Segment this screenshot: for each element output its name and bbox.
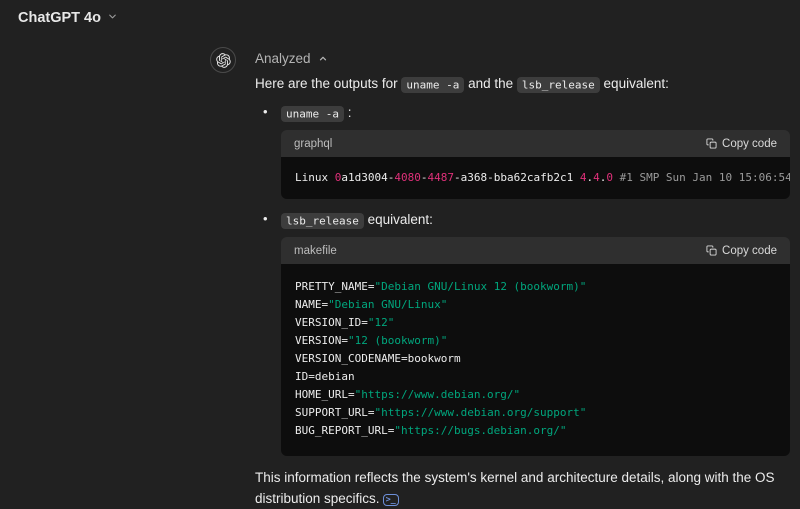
assistant-avatar	[210, 47, 236, 73]
code-line: NAME="Debian GNU/Linux"	[295, 296, 776, 314]
code-token: 4487	[427, 171, 454, 184]
code-block-os-release: makefile Copy code PRETTY_NAME="Debian G…	[281, 237, 790, 456]
copy-code-label: Copy code	[722, 138, 777, 150]
inline-code-lsb-release: lsb_release	[517, 77, 600, 93]
code-line: HOME_URL="https://www.debian.org/"	[295, 386, 776, 404]
openai-logo-icon	[216, 53, 231, 68]
code-token: VERSION_ID=	[295, 316, 368, 329]
terminal-citation-icon[interactable]: >_	[383, 494, 399, 506]
code-token: "https://bugs.debian.org/"	[394, 424, 566, 437]
copy-code-button[interactable]: Copy code	[706, 245, 777, 257]
analyzed-toggle[interactable]: Analyzed	[255, 51, 328, 66]
chevron-up-icon	[318, 54, 328, 64]
copy-code-button[interactable]: Copy code	[706, 138, 777, 150]
bullet-icon: •	[263, 208, 268, 229]
code-token: "https://www.debian.org/support"	[374, 406, 586, 419]
code-line: BUG_REPORT_URL="https://bugs.debian.org/…	[295, 422, 776, 440]
copy-icon	[706, 138, 717, 149]
code-token: SUPPORT_URL=	[295, 406, 374, 419]
inline-code-uname: uname -a	[281, 106, 344, 122]
code-block-header: makefile Copy code	[281, 237, 790, 264]
code-block-header: graphql Copy code	[281, 130, 790, 157]
intro-mid: and the	[468, 76, 513, 91]
assistant-message: Analyzed Here are the outputs for uname …	[255, 47, 795, 509]
code-token: PRETTY_NAME=	[295, 280, 374, 293]
inline-code-lsb-release: lsb_release	[281, 213, 364, 229]
outro-line1: This information reflects the system's k…	[255, 467, 795, 488]
list-item: • uname -a :	[255, 102, 795, 124]
code-line: Linux 0a1d3004-4080-4487-a368-bba62cafb2…	[295, 170, 776, 186]
language-label: graphql	[294, 138, 332, 150]
code-token: "12 (bookworm)"	[348, 334, 447, 347]
code-token: -a368-bba62cafb2c1	[454, 171, 580, 184]
code-token: NAME=	[295, 298, 328, 311]
code-token: "12"	[368, 316, 395, 329]
outro-line2: distribution specifics.	[255, 491, 380, 506]
code-block-uname-output: graphql Copy code Linux 0a1d3004-4080-44…	[281, 130, 790, 199]
copy-icon	[706, 245, 717, 256]
code-token: VERSION=	[295, 334, 348, 347]
code-token: a1d3004-	[341, 171, 394, 184]
code-token: 4	[593, 171, 600, 184]
model-label: ChatGPT 4o	[18, 10, 101, 26]
code-line: VERSION_ID="12"	[295, 314, 776, 332]
code-token: #1 SMP Sun Jan 10 15:06:54 PST	[620, 171, 790, 184]
inline-code-uname: uname -a	[401, 77, 464, 93]
intro-post: equivalent:	[604, 76, 669, 91]
bullet-suffix: equivalent:	[368, 212, 433, 227]
bullet-icon: •	[263, 101, 268, 122]
code-token: ID=debian	[295, 370, 355, 383]
model-switcher-button[interactable]: ChatGPT 4o	[18, 9, 118, 26]
language-label: makefile	[294, 245, 337, 257]
code-token: 4080	[394, 171, 421, 184]
list-item: • lsb_release equivalent:	[255, 209, 795, 231]
code-token: "https://www.debian.org/"	[355, 388, 521, 401]
code-content: Linux 0a1d3004-4080-4487-a368-bba62cafb2…	[281, 157, 790, 199]
copy-code-label: Copy code	[722, 245, 777, 257]
code-line: SUPPORT_URL="https://www.debian.org/supp…	[295, 404, 776, 422]
code-token: "Debian GNU/Linux 12 (bookworm)"	[374, 280, 586, 293]
intro-text: Here are the outputs for uname -a and th…	[255, 73, 795, 95]
code-token	[613, 171, 620, 184]
intro-pre: Here are the outputs for	[255, 76, 398, 91]
code-line: ID=debian	[295, 368, 776, 386]
chevron-down-icon	[107, 9, 118, 26]
code-token: VERSION_CODENAME=bookworm	[295, 352, 461, 365]
code-line: VERSION="12 (bookworm)"	[295, 332, 776, 350]
code-token: BUG_REPORT_URL=	[295, 424, 394, 437]
code-line: VERSION_CODENAME=bookworm	[295, 350, 776, 368]
code-token: Linux	[295, 171, 335, 184]
code-line: PRETTY_NAME="Debian GNU/Linux 12 (bookwo…	[295, 278, 776, 296]
outro-text: This information reflects the system's k…	[255, 467, 795, 509]
code-token: HOME_URL=	[295, 388, 355, 401]
code-token: "Debian GNU/Linux"	[328, 298, 447, 311]
code-token: 0	[606, 171, 613, 184]
bullet-suffix: :	[348, 105, 352, 120]
code-content: PRETTY_NAME="Debian GNU/Linux 12 (bookwo…	[281, 264, 790, 456]
analyzed-label: Analyzed	[255, 51, 311, 66]
